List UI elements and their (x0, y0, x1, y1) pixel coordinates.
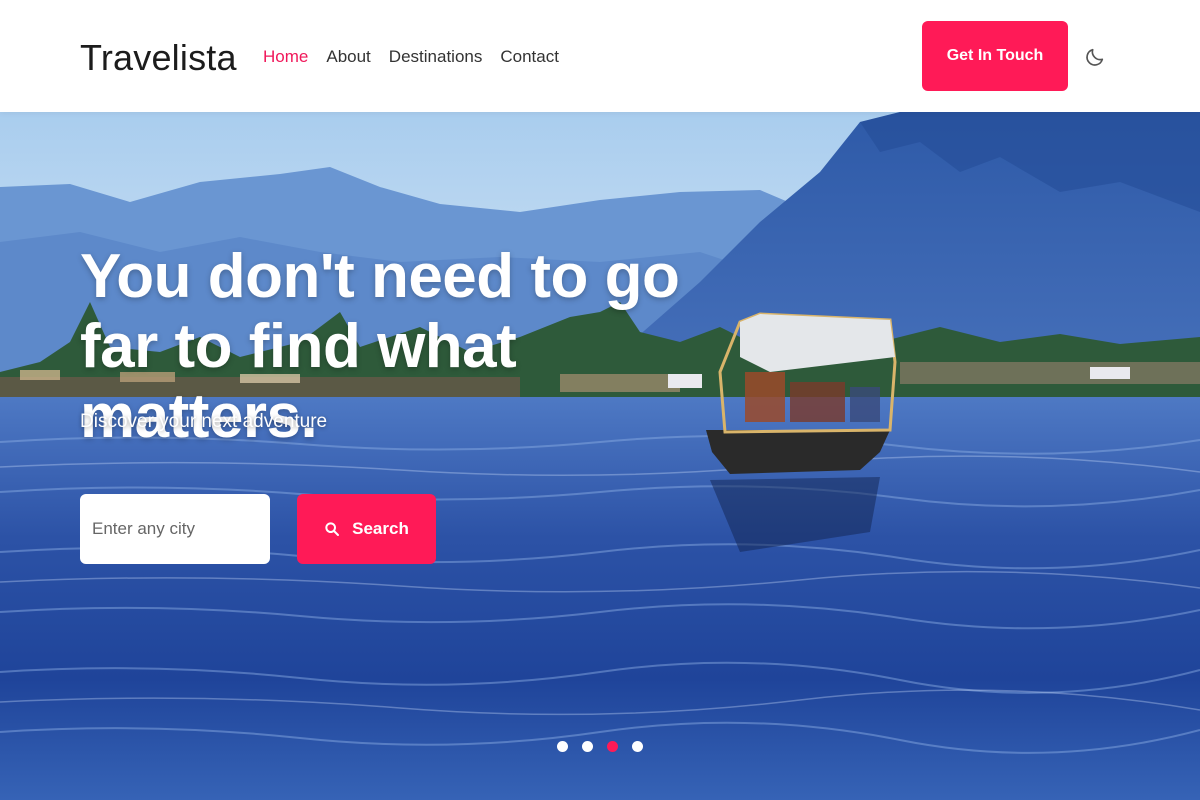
carousel-dot-1[interactable] (557, 741, 568, 752)
moon-icon (1086, 48, 1104, 66)
hero-background-image (0, 112, 1200, 800)
search-button-label: Search (352, 519, 409, 538)
search-button[interactable]: Search (297, 494, 436, 564)
nav-item-home[interactable]: Home (263, 46, 308, 68)
hero-subtitle: Discover your next adventure (80, 411, 328, 432)
site-logo[interactable]: Travelista (80, 36, 237, 80)
carousel-indicators (557, 741, 643, 752)
nav-item-destinations[interactable]: Destinations (389, 46, 483, 68)
get-in-touch-button[interactable]: Get In Touch (922, 21, 1068, 91)
carousel-dot-4[interactable] (632, 741, 643, 752)
theme-toggle-button[interactable] (1082, 44, 1108, 70)
nav-item-about[interactable]: About (326, 46, 370, 68)
city-search-input[interactable] (80, 494, 270, 564)
main-nav: Home About Destinations Contact (263, 46, 559, 68)
hero-section: You don't need to go far to find what ma… (0, 112, 1200, 800)
nav-item-contact[interactable]: Contact (500, 46, 559, 68)
search-icon (324, 521, 340, 537)
site-header: Travelista Home About Destinations Conta… (0, 0, 1200, 112)
carousel-dot-2[interactable] (582, 741, 593, 752)
carousel-dot-3[interactable] (607, 741, 618, 752)
get-in-touch-label: Get In Touch (946, 47, 1044, 64)
